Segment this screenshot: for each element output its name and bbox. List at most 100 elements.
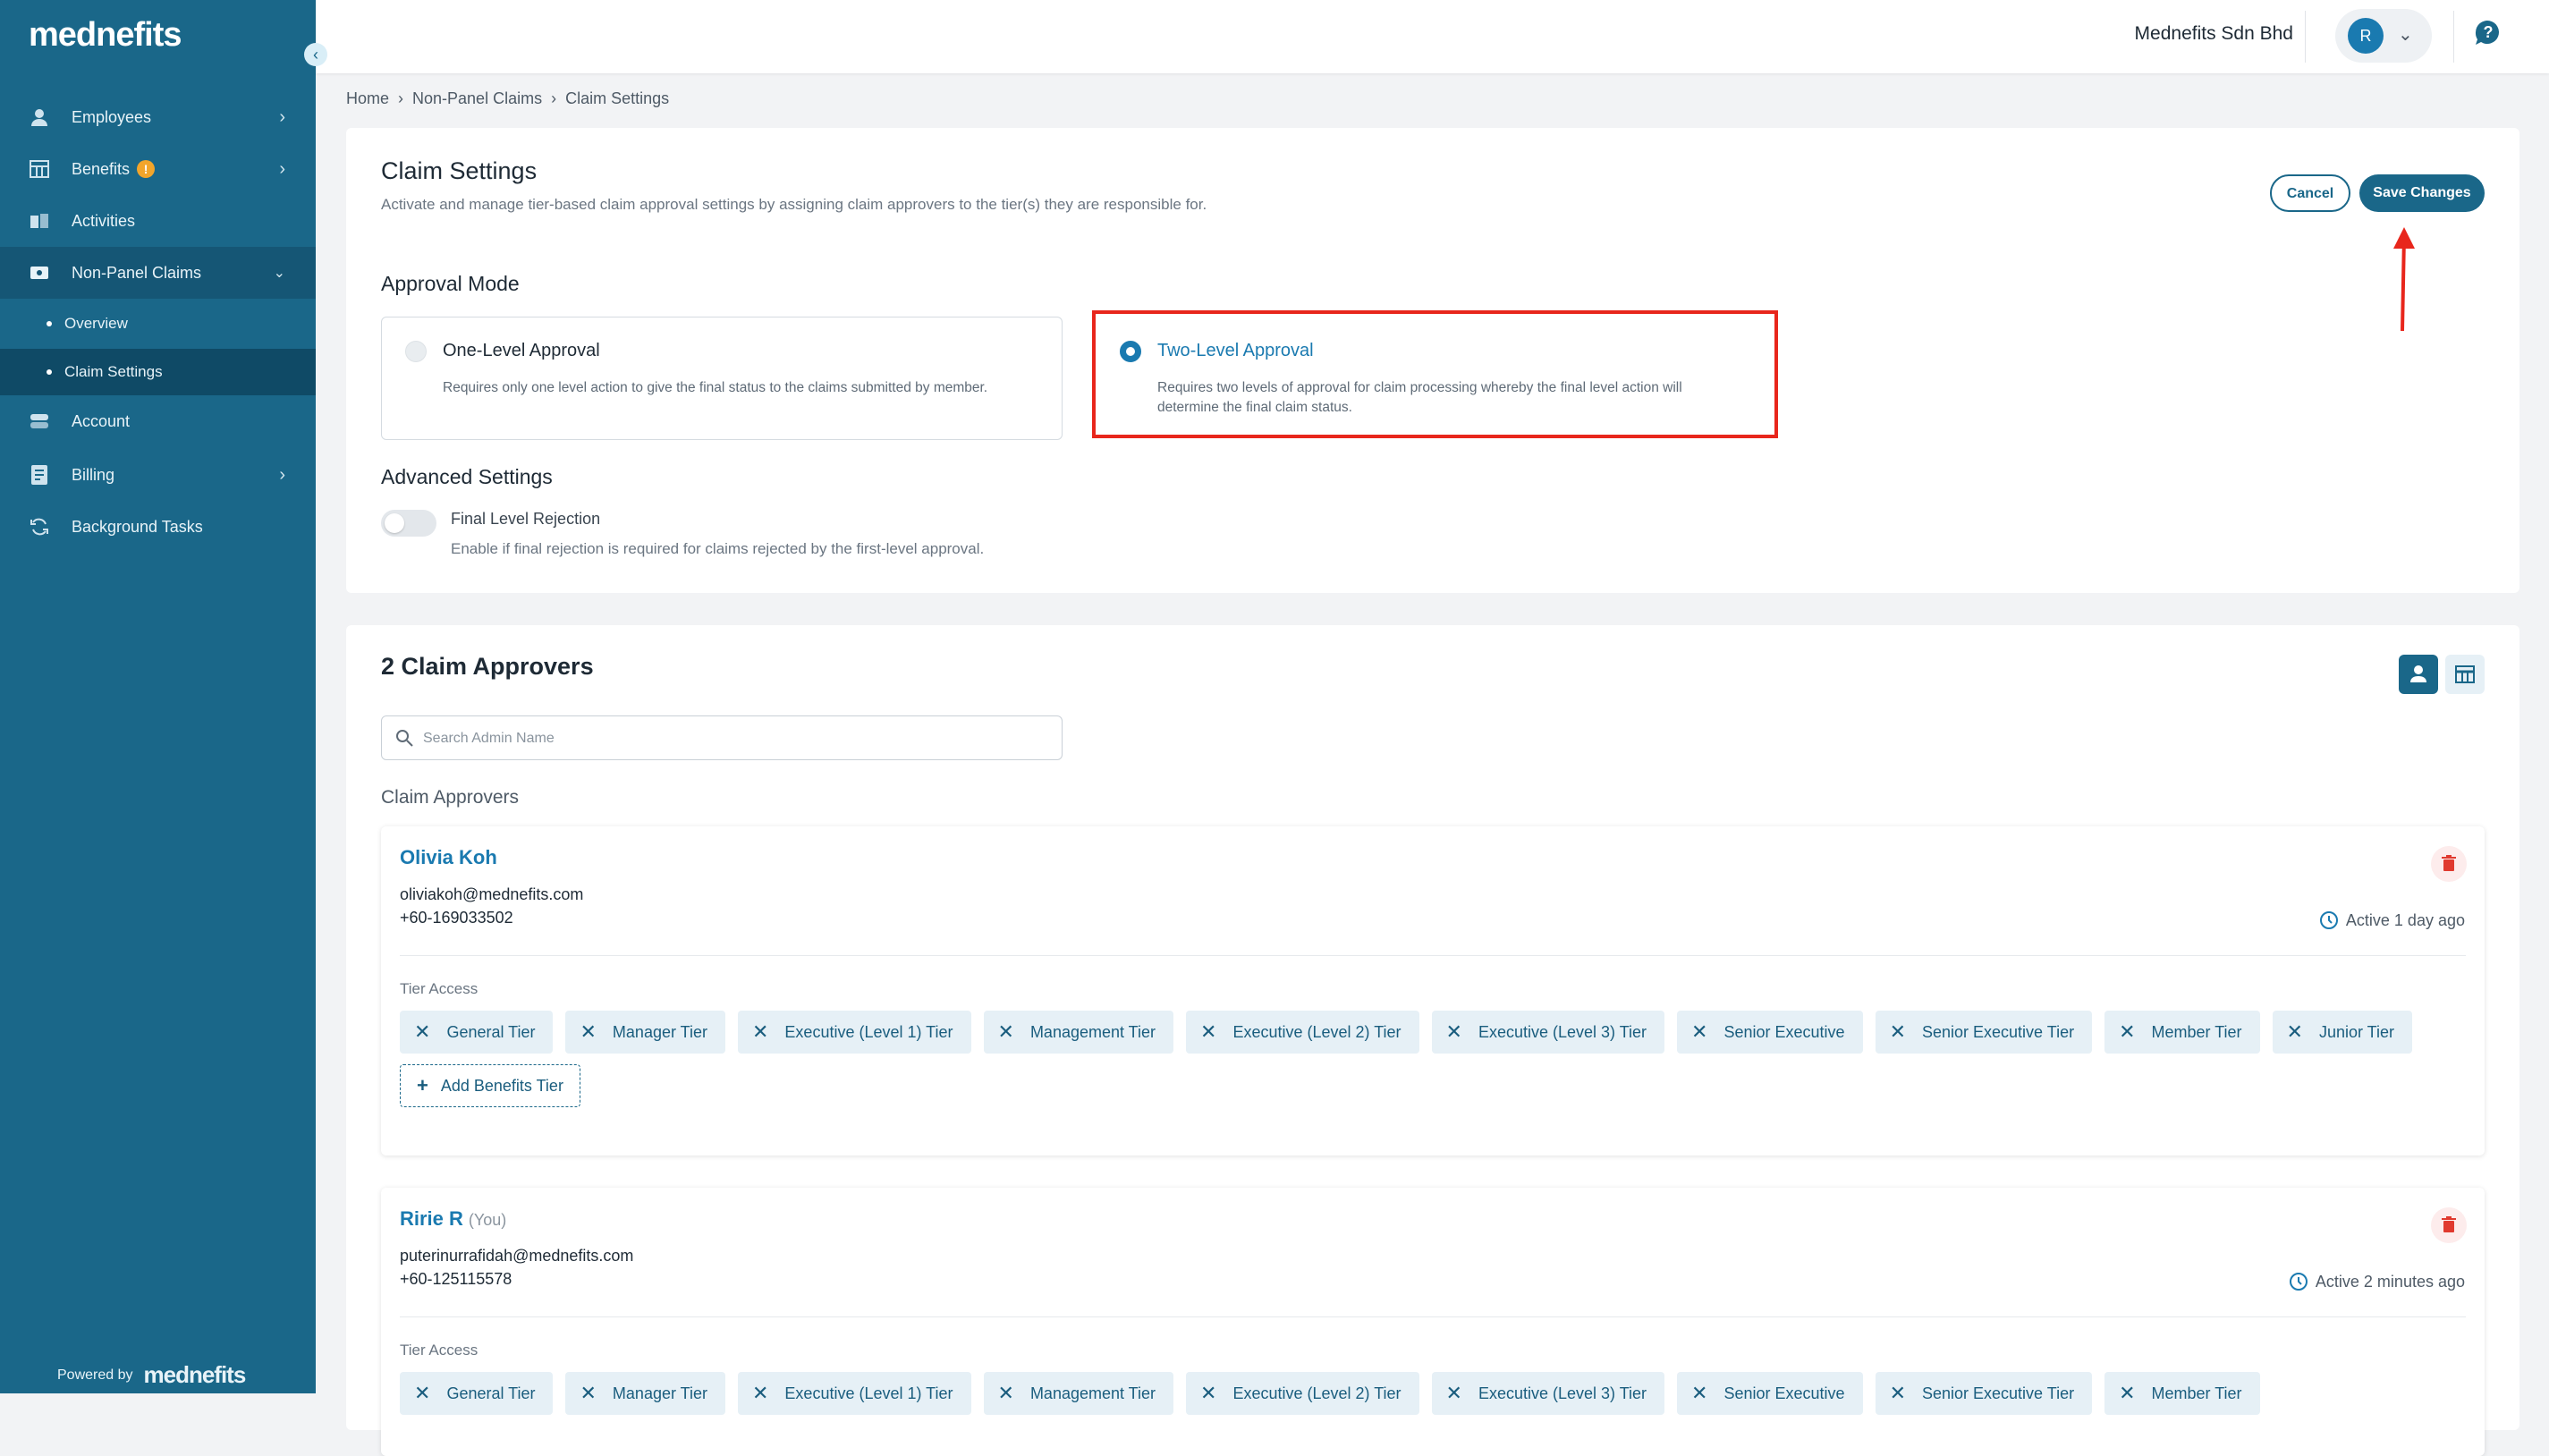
user-icon (2410, 665, 2426, 682)
user-menu[interactable]: R ⌄ (2335, 9, 2432, 63)
chevron-down-icon: ⌄ (2398, 25, 2413, 45)
remove-tier-icon[interactable]: ✕ (2119, 1382, 2135, 1405)
search-input[interactable] (421, 725, 1033, 752)
annotation-highlight-box (1092, 310, 1778, 438)
sidebar-subitem-overview[interactable]: Overview (0, 301, 316, 347)
sidebar-item-benefits[interactable]: Benefits ! › (0, 143, 316, 195)
divider (2305, 11, 2306, 63)
final-level-rejection-toggle[interactable] (381, 510, 436, 537)
one-level-approval-option[interactable]: One-Level Approval Requires only one lev… (381, 317, 1063, 440)
save-changes-button[interactable]: Save Changes (2359, 174, 2485, 212)
search-admin-field[interactable] (381, 715, 1063, 760)
refresh-icon (29, 517, 50, 537)
sidebar-subitem-label: Overview (64, 315, 128, 332)
delete-approver-button[interactable] (2431, 1207, 2467, 1243)
cancel-button[interactable]: Cancel (2270, 174, 2350, 212)
tier-chip: ✕ Member Tier (2104, 1372, 2260, 1415)
powered-by-logo: mednefits (143, 1361, 247, 1388)
sidebar-item-activities[interactable]: Activities (0, 195, 316, 247)
divider (400, 955, 2466, 956)
chevron-down-icon: ⌄ (273, 266, 285, 281)
remove-tier-icon[interactable]: ✕ (1890, 1382, 1906, 1405)
powered-by-label: Powered by (57, 1367, 133, 1383)
sidebar-subitem-claim-settings[interactable]: Claim Settings (0, 349, 316, 395)
tier-chip: ✕ Executive (Level 3) Tier (1431, 1011, 1665, 1054)
sidebar-item-non-panel-claims[interactable]: Non-Panel Claims ⌄ (0, 247, 316, 299)
sidebar: mednefits Employees › Benefits ! › Activ… (0, 0, 316, 1393)
collapse-sidebar-icon[interactable]: ‹ (304, 43, 327, 66)
tier-chip-list: ✕ General Tier ✕ Manager Tier ✕ Executive (Le… (400, 1011, 2475, 1118)
activities-icon (29, 211, 50, 231)
breadcrumb-non-panel-claims[interactable]: Non-Panel Claims (412, 89, 542, 107)
approval-mode-title: Approval Mode (381, 272, 520, 295)
tier-chip: ✕ Executive (Level 2) Tier (1186, 1372, 1419, 1415)
remove-tier-icon[interactable]: ✕ (2287, 1020, 2303, 1044)
mednefits-logo[interactable]: mednefits (29, 16, 182, 55)
tier-chip: ✕ Executive (Level 2) Tier (1186, 1011, 1419, 1054)
remove-tier-icon[interactable]: ✕ (1200, 1020, 1216, 1044)
sidebar-item-label: Background Tasks (72, 517, 203, 536)
active-status: Active 1 day ago (2319, 910, 2465, 930)
remove-tier-icon[interactable]: ✕ (2119, 1020, 2135, 1044)
approver-phone: +60-169033502 (400, 909, 513, 927)
sidebar-item-billing[interactable]: Billing › (0, 449, 316, 501)
avatar: R (2348, 18, 2384, 54)
delete-approver-button[interactable] (2431, 846, 2467, 882)
approver-name[interactable]: Ririe R (You) (400, 1207, 506, 1231)
tier-chip: ✕ General Tier (400, 1372, 554, 1415)
sidebar-item-employees[interactable]: Employees › (0, 91, 316, 143)
remove-tier-icon[interactable]: ✕ (1446, 1020, 1462, 1044)
remove-tier-icon[interactable]: ✕ (414, 1020, 430, 1044)
remove-tier-icon[interactable]: ✕ (580, 1020, 596, 1044)
svg-text:?: ? (2484, 23, 2494, 41)
approver-name[interactable]: Olivia Koh (400, 846, 503, 869)
chevron-right-icon: › (279, 158, 285, 179)
final-level-rejection-label: Final Level Rejection (451, 510, 601, 528)
tier-chip: ✕ Executive (Level 3) Tier (1431, 1372, 1665, 1415)
approver-phone: +60-125115578 (400, 1270, 512, 1288)
sidebar-item-account[interactable]: Account (0, 395, 316, 447)
tier-chip-list: ✕ General Tier ✕ Manager Tier ✕ Executive (Le… (400, 1372, 2475, 1426)
remove-tier-icon[interactable]: ✕ (752, 1020, 768, 1044)
breadcrumb-home[interactable]: Home (346, 89, 389, 107)
annotation-arrow-icon (2386, 225, 2422, 337)
remove-tier-icon[interactable]: ✕ (1890, 1020, 1906, 1044)
remove-tier-icon[interactable]: ✕ (998, 1382, 1014, 1405)
remove-tier-icon[interactable]: ✕ (414, 1382, 430, 1405)
breadcrumb-claim-settings: Claim Settings (565, 89, 670, 107)
sidebar-item-background-tasks[interactable]: Background Tasks (0, 501, 316, 553)
sidebar-item-label: Billing (72, 465, 115, 484)
toggle-knob (385, 513, 404, 533)
claim-approvers-subtitle: Claim Approvers (381, 787, 520, 808)
tier-chip: ✕ Manager Tier (565, 1011, 725, 1054)
chevron-right-icon: › (279, 106, 285, 127)
approver-card: Ririe R (You) puterinurrafidah@mednefits.… (381, 1188, 2485, 1456)
remove-tier-icon[interactable]: ✕ (580, 1382, 596, 1405)
radio-unselected-icon[interactable] (405, 341, 427, 362)
plus-icon: + (417, 1074, 428, 1096)
sidebar-item-label: Employees (72, 107, 152, 126)
approver-email: puterinurrafidah@mednefits.com (400, 1247, 634, 1265)
tier-chip: ✕ Member Tier (2104, 1011, 2260, 1054)
remove-tier-icon[interactable]: ✕ (1691, 1020, 1707, 1044)
help-icon[interactable]: ? (2473, 18, 2502, 47)
billing-icon (29, 465, 50, 485)
page-title: Claim Settings (381, 157, 538, 184)
add-benefits-tier-button[interactable]: + Add Benefits Tier (400, 1064, 580, 1107)
sidebar-item-label: Activities (72, 211, 136, 230)
page-description: Activate and manage tier-based claim app… (381, 196, 1207, 213)
tier-chip: ✕ Senior Executive (1677, 1372, 1863, 1415)
remove-tier-icon[interactable]: ✕ (1446, 1382, 1462, 1405)
remove-tier-icon[interactable]: ✕ (752, 1382, 768, 1405)
remove-tier-icon[interactable]: ✕ (1691, 1382, 1707, 1405)
clock-icon (2319, 911, 2338, 929)
tier-chip: ✕ Senior Executive Tier (1875, 1011, 2093, 1054)
remove-tier-icon[interactable]: ✕ (998, 1020, 1014, 1044)
sidebar-item-label: Benefits (72, 159, 131, 178)
card-view-button[interactable] (2399, 655, 2438, 694)
tier-access-label: Tier Access (400, 1342, 478, 1359)
approvers-count-title: 2 Claim Approvers (381, 653, 594, 680)
remove-tier-icon[interactable]: ✕ (1200, 1382, 1216, 1405)
table-icon (2455, 665, 2475, 683)
table-view-button[interactable] (2445, 655, 2485, 694)
